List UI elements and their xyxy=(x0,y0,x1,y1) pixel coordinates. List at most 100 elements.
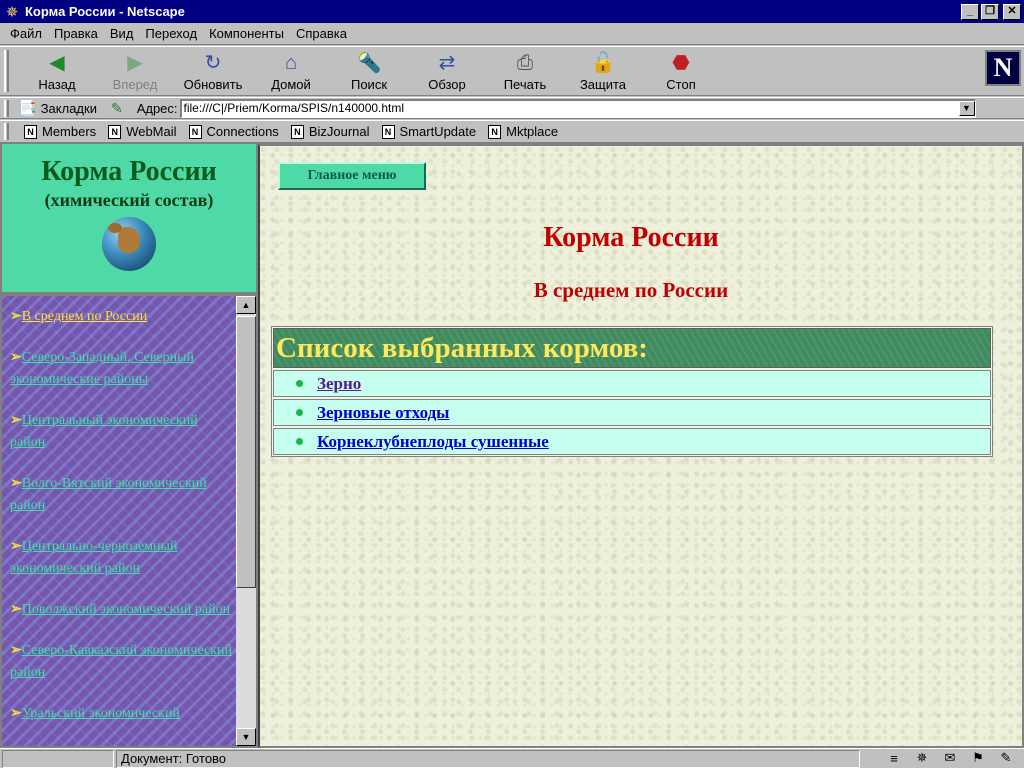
restore-button[interactable]: ❐ xyxy=(981,3,999,20)
nav-link-north-caucasus[interactable]: Северо-Кавказский экономический район xyxy=(10,643,232,680)
toolbar-grip[interactable] xyxy=(4,50,9,92)
site-subtitle: (химический состав) xyxy=(44,190,214,210)
print-button[interactable]: ⎙ Печать xyxy=(486,47,564,93)
location-bar-grip[interactable] xyxy=(4,100,9,117)
nav-link-volga-vyatka[interactable]: Волго-Вятский экономический район xyxy=(10,476,207,513)
bookmark-mktplace[interactable]: N Mktplace xyxy=(488,124,558,139)
bookmark-page-icon: N xyxy=(488,124,502,139)
page-proxy-icon[interactable]: ✎ xyxy=(111,100,123,117)
menu-view[interactable]: Вид xyxy=(104,26,140,41)
reload-label: Обновить xyxy=(183,77,243,92)
bookmarks-button[interactable]: Закладки xyxy=(41,101,97,116)
nav-link-northwest[interactable]: Северо-Западный, Северный экономические … xyxy=(10,350,194,387)
netscape-app-icon[interactable]: ✵ xyxy=(3,3,21,21)
composer-icon[interactable]: ✎ xyxy=(992,750,1020,766)
bullet-icon xyxy=(296,409,303,416)
nav-item: ➢В среднем по России xyxy=(10,306,232,328)
bookmark-page-icon: N xyxy=(381,124,395,139)
printer-icon: ⎙ xyxy=(517,52,533,74)
nav-link-central-chernozem[interactable]: Центрально-черноземный экономический рай… xyxy=(10,539,177,576)
address-dropdown-icon[interactable]: ▼ xyxy=(958,100,975,116)
status-bar: Документ: Готово ≡ ✵ ✉ ⚑ ✎ xyxy=(0,748,1024,768)
menu-bar: Файл Правка Вид Переход Компоненты Справ… xyxy=(0,23,1024,45)
bookmark-page-icon: N xyxy=(188,124,202,139)
reload-icon: ↻ xyxy=(204,52,222,74)
netscape-logo-icon[interactable]: N xyxy=(985,50,1021,86)
nav-arrow-icon: ➢ xyxy=(10,476,22,491)
bookmark-page-icon: N xyxy=(24,124,37,139)
minimize-button[interactable]: _ xyxy=(961,3,979,20)
menu-edit[interactable]: Правка xyxy=(48,26,104,41)
bookmark-webmail[interactable]: N WebMail xyxy=(108,124,177,139)
stop-button[interactable]: ⬣ Стоп xyxy=(642,47,720,93)
forward-button[interactable]: ▶ Вперед xyxy=(96,47,174,93)
nav-link-central[interactable]: Центральный экономический район xyxy=(10,413,198,450)
nav-item: ➢Северо-Кавказский экономический район xyxy=(10,640,232,684)
bookmark-smartupdate[interactable]: N SmartUpdate xyxy=(381,124,477,139)
home-button[interactable]: ⌂ Домой xyxy=(252,47,330,93)
left-nav-frame: ➢В среднем по России ➢Северо-Западный, С… xyxy=(0,294,258,748)
close-button[interactable]: ✕ xyxy=(1003,3,1021,20)
navigation-toolbar: ◀ Назад ▶ Вперед ↻ Обновить ⌂ Домой 🔦 По… xyxy=(0,46,1024,96)
browse-label: Обзор xyxy=(428,77,466,92)
title-bar: ✵ Корма России - Netscape _ ❐ ✕ xyxy=(0,0,1024,23)
feed-link-grain[interactable]: Зерно xyxy=(317,374,361,394)
navigator-icon[interactable]: ✵ xyxy=(908,750,936,766)
security-label: Защита xyxy=(579,77,627,92)
bookmark-members[interactable]: N Members xyxy=(24,124,96,139)
page-title: Корма России xyxy=(543,222,719,253)
nav-arrow-icon: ➢ xyxy=(10,413,22,428)
feed-link-grain-waste[interactable]: Зерновые отходы xyxy=(317,403,449,423)
nav-link-average-russia[interactable]: В среднем по России xyxy=(22,309,147,324)
browse-icon: ⇄ xyxy=(438,52,456,74)
browse-button[interactable]: ⇄ Обзор xyxy=(408,47,486,93)
nav-item: ➢Центрально-черноземный экономический ра… xyxy=(10,536,232,580)
scroll-up-icon[interactable]: ▲ xyxy=(236,296,256,314)
feed-list-header: Список выбранных кормов: xyxy=(273,328,991,368)
nav-link-ural[interactable]: Уральский экономический xyxy=(22,706,180,721)
component-bar-grip-icon[interactable]: ≡ xyxy=(880,751,908,766)
status-text: Документ: Готово xyxy=(116,749,860,768)
nav-link-volga[interactable]: Поволжский экономический район xyxy=(22,602,230,617)
menu-help[interactable]: Справка xyxy=(290,26,353,41)
menu-components[interactable]: Компоненты xyxy=(203,26,290,41)
bullet-icon xyxy=(296,380,303,387)
stop-label: Стоп xyxy=(666,77,696,92)
bookmark-label: SmartUpdate xyxy=(399,124,477,139)
address-input[interactable]: file:///C|/Priem/Korma/SPIS/n140000.html… xyxy=(179,98,976,118)
discussions-icon[interactable]: ⚑ xyxy=(964,750,992,766)
feed-link-dried-root-crops[interactable]: Корнеклубнеплоды сушенные xyxy=(317,432,549,452)
scroll-down-icon[interactable]: ▼ xyxy=(236,728,256,746)
bookmark-page-icon: N xyxy=(108,124,122,139)
mail-icon[interactable]: ✉ xyxy=(936,750,964,766)
scroll-thumb[interactable] xyxy=(236,316,256,588)
left-header-frame: Корма России (химический состав) xyxy=(0,144,258,294)
bookmark-label: BizJournal xyxy=(308,124,370,139)
bookmark-bizjournal[interactable]: N BizJournal xyxy=(290,124,370,139)
bookmarks-icon[interactable]: 📑 xyxy=(18,99,37,117)
back-label: Назад xyxy=(38,77,76,92)
site-title: Корма России xyxy=(41,156,217,187)
menu-go[interactable]: Переход xyxy=(139,26,203,41)
bookmark-connections[interactable]: N Connections xyxy=(188,124,279,139)
search-label: Поиск xyxy=(350,77,388,92)
security-button[interactable]: 🔓 Защита xyxy=(564,47,642,93)
location-bar: 📑 Закладки ✎ Адрес: file:///C|/Priem/Kor… xyxy=(0,97,1024,119)
nav-item: ➢Волго-Вятский экономический район xyxy=(10,473,232,517)
main-menu-button[interactable]: Главное меню xyxy=(278,162,426,190)
nav-item: ➢Северо-Западный, Северный экономические… xyxy=(10,347,232,391)
menu-file[interactable]: Файл xyxy=(4,26,48,41)
lock-icon: 🔓 xyxy=(590,52,616,74)
back-button[interactable]: ◀ Назад xyxy=(18,47,96,93)
reload-button[interactable]: ↻ Обновить xyxy=(174,47,252,93)
browser-content: Корма России (химический состав) ➢В сред… xyxy=(0,142,1024,748)
left-nav-scrollbar[interactable]: ▲ ▼ xyxy=(236,296,256,746)
forward-label: Вперед xyxy=(112,77,158,92)
home-icon: ⌂ xyxy=(284,52,298,74)
feed-list-table: Список выбранных кормов: Зерно Зерновые … xyxy=(271,326,993,457)
region-nav-list: ➢В среднем по России ➢Северо-Западный, С… xyxy=(10,306,232,744)
nav-arrow-icon: ➢ xyxy=(10,706,22,721)
nav-arrow-icon: ➢ xyxy=(10,539,22,554)
personal-toolbar-grip[interactable] xyxy=(4,123,9,140)
search-button[interactable]: 🔦 Поиск xyxy=(330,47,408,93)
